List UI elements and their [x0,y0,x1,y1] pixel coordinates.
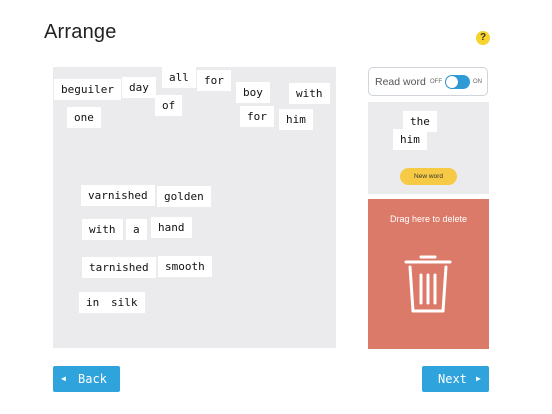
word-tile[interactable]: smooth [158,256,212,277]
word-tile[interactable]: of [155,95,183,116]
word-board: beguiler day all of for boy with one for… [53,67,336,348]
page-title: Arrange [44,21,117,43]
word-tile[interactable]: hand [151,217,192,238]
toggle-off-label: OFF [430,79,442,85]
delete-label: Drag here to delete [389,214,468,224]
new-word-panel: the him New word [368,102,489,194]
next-button[interactable]: Next ▶ [422,366,489,392]
word-tile[interactable]: golden [157,186,211,207]
word-tile[interactable]: for [197,70,231,91]
next-label: Next [438,372,467,386]
word-tile[interactable]: one [67,107,101,128]
trash-icon [404,255,452,313]
word-tile[interactable]: varnished [81,185,155,206]
word-tile[interactable]: silk [104,292,145,313]
word-tile[interactable]: for [240,106,274,127]
word-tile[interactable]: beguiler [54,79,121,100]
word-tile[interactable]: all [162,67,196,88]
word-tile[interactable]: boy [236,82,270,103]
delete-drop-zone[interactable]: Drag here to delete [368,199,489,349]
toggle-on-label: ON [473,79,482,85]
word-tile[interactable]: with [82,219,123,240]
word-tile[interactable]: day [122,77,156,98]
help-button[interactable]: ? [476,31,490,45]
new-word-button[interactable]: New word [400,168,457,185]
read-word-toggle[interactable] [445,75,470,89]
word-tile[interactable]: with [289,83,330,104]
back-arrow-icon: ◀ [61,374,66,383]
new-word-tile[interactable]: him [393,129,427,150]
back-button[interactable]: ◀ Back [53,366,120,392]
word-tile[interactable]: tarnished [82,257,156,278]
back-label: Back [78,372,107,386]
read-word-control: Read word OFF ON [368,67,488,96]
toggle-knob [446,76,458,88]
next-arrow-icon: ▶ [476,374,481,383]
word-tile[interactable]: him [279,109,313,130]
word-tile[interactable]: a [126,219,147,240]
read-word-label: Read word [375,76,426,88]
word-tile[interactable]: in [79,292,107,313]
